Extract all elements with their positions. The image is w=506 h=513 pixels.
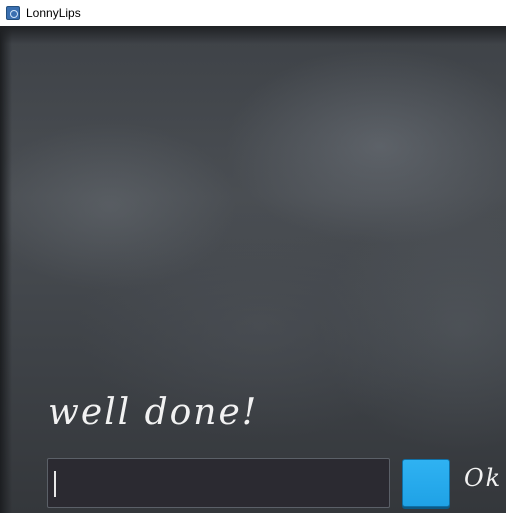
ok-button[interactable] — [402, 459, 450, 507]
feedback-message: well done! — [48, 392, 259, 433]
ok-label[interactable]: Ok — [464, 464, 502, 492]
window-title: LonnyLips — [26, 6, 81, 20]
board-edge-left — [0, 26, 12, 513]
answer-input-box[interactable] — [47, 458, 390, 508]
app-icon — [6, 6, 20, 20]
title-bar[interactable]: LonnyLips — [0, 0, 506, 26]
answer-input[interactable] — [48, 459, 389, 507]
app-window: LonnyLips well done! Ok — [0, 0, 506, 513]
chalkboard: well done! Ok — [0, 26, 506, 513]
text-caret — [54, 471, 56, 497]
board-edge-top — [0, 26, 506, 44]
